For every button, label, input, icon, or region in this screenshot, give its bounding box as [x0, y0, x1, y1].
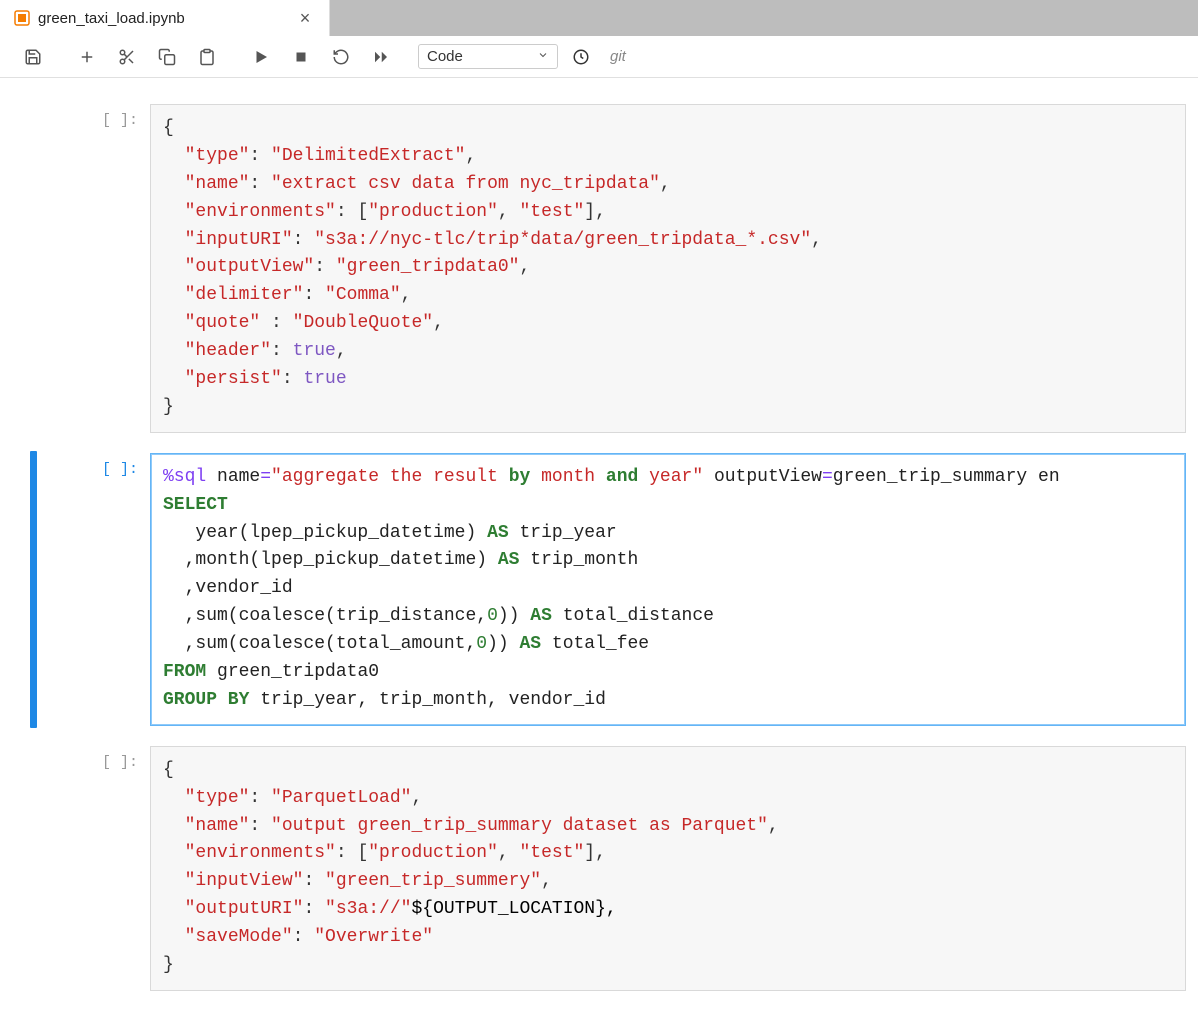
stop-button[interactable] — [284, 40, 318, 74]
copy-button[interactable] — [150, 40, 184, 74]
restart-button[interactable] — [324, 40, 358, 74]
cut-button[interactable] — [110, 40, 144, 74]
tab-bar: green_taxi_load.ipynb × — [0, 0, 1198, 36]
notebook-icon — [14, 10, 30, 26]
code-editor[interactable]: { "type": "DelimitedExtract", "name": "e… — [150, 104, 1186, 433]
save-button[interactable] — [16, 40, 50, 74]
code-cell[interactable]: [ ]: { "type": "ParquetLoad", "name": "o… — [0, 740, 1198, 997]
input-prompt: [ ]: — [0, 746, 150, 991]
code-cell[interactable]: [ ]: %sql name="aggregate the result by … — [0, 447, 1198, 732]
cell-type-label: Code — [427, 48, 463, 65]
clock-icon[interactable] — [564, 40, 598, 74]
code-cell[interactable]: [ ]: { "type": "DelimitedExtract", "name… — [0, 98, 1198, 439]
notebook-tab[interactable]: green_taxi_load.ipynb × — [0, 0, 330, 36]
input-prompt: [ ]: — [0, 104, 150, 433]
chevron-down-icon — [537, 48, 549, 65]
restart-run-all-button[interactable] — [364, 40, 398, 74]
run-button[interactable] — [244, 40, 278, 74]
code-editor[interactable]: { "type": "ParquetLoad", "name": "output… — [150, 746, 1186, 991]
tab-title: green_taxi_load.ipynb — [38, 10, 287, 27]
insert-cell-button[interactable] — [70, 40, 104, 74]
tab-bar-empty — [330, 0, 1198, 36]
notebook-area: [ ]: { "type": "DelimitedExtract", "name… — [0, 78, 1198, 1025]
input-prompt: [ ]: — [0, 453, 150, 726]
git-label[interactable]: git — [610, 48, 626, 65]
close-icon[interactable]: × — [295, 8, 315, 29]
paste-button[interactable] — [190, 40, 224, 74]
notebook-toolbar: Code git — [0, 36, 1198, 78]
code-editor[interactable]: %sql name="aggregate the result by month… — [150, 453, 1186, 726]
cell-type-select[interactable]: Code — [418, 44, 558, 69]
